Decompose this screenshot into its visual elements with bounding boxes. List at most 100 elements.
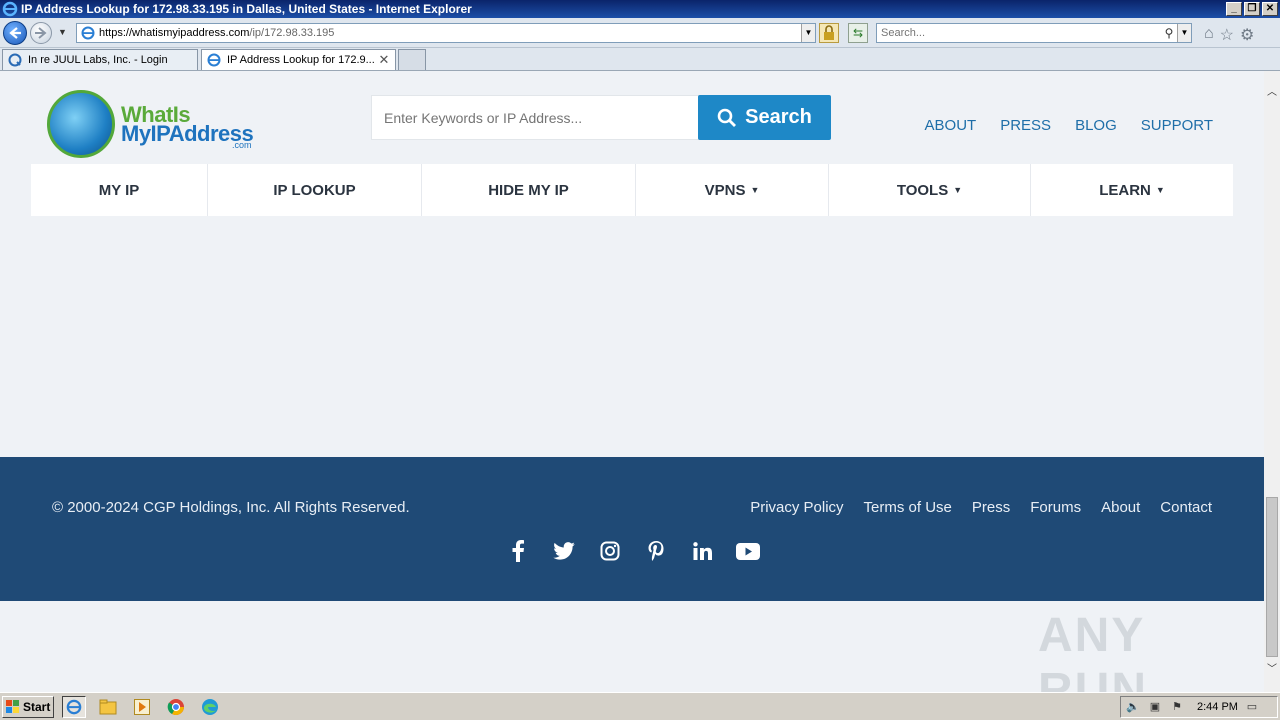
pinterest-icon[interactable]	[644, 539, 668, 563]
globe-logo-icon	[47, 90, 115, 158]
tab-label: In re JUUL Labs, Inc. - Login	[28, 54, 168, 66]
nav-label: IP LOOKUP	[273, 181, 356, 199]
window-title: IP Address Lookup for 172.98.33.195 in D…	[21, 2, 472, 16]
footer-press-link[interactable]: Press	[972, 499, 1010, 516]
ie-page-icon	[81, 26, 95, 40]
minimize-button[interactable]: _	[1226, 2, 1242, 16]
nav-label: LEARN	[1099, 181, 1151, 199]
tab-juul-login[interactable]: In re JUUL Labs, Inc. - Login	[2, 49, 198, 70]
facebook-icon[interactable]	[506, 539, 530, 563]
back-button[interactable]	[3, 21, 27, 45]
tab-bar: In re JUUL Labs, Inc. - Login IP Address…	[0, 48, 1280, 71]
nav-vpns[interactable]: VPNS ▼	[636, 164, 829, 216]
tab-favicon-icon	[8, 53, 22, 67]
press-link[interactable]: PRESS	[1000, 117, 1051, 134]
ie-icon	[2, 1, 18, 17]
copyright-text: © 2000-2024 CGP Holdings, Inc. All Right…	[52, 499, 410, 516]
window-titlebar: IP Address Lookup for 172.98.33.195 in D…	[0, 0, 1280, 18]
instagram-icon[interactable]	[598, 539, 622, 563]
settings-gear-icon[interactable]: ⚙	[1240, 25, 1254, 45]
nav-ip-lookup[interactable]: IP LOOKUP	[208, 164, 422, 216]
site-search-input[interactable]	[371, 95, 699, 140]
tab-label: IP Address Lookup for 172.9...	[227, 54, 375, 66]
new-tab-button[interactable]	[398, 49, 426, 70]
magnifier-icon	[717, 108, 737, 127]
page-viewport: WhatIs MyIPAddress .com Search ABOUT PRE…	[0, 71, 1264, 692]
search-button-label: Search	[745, 106, 812, 128]
footer-contact-link[interactable]: Contact	[1160, 499, 1212, 516]
system-tray: 🔈 ▣ ⚑ 2:44 PM ▭	[1120, 696, 1278, 718]
taskbar-edge-icon[interactable]	[198, 696, 222, 718]
security-lock-icon[interactable]	[819, 23, 839, 43]
linkedin-icon[interactable]	[690, 539, 714, 563]
tab-close-icon[interactable]: ✕	[377, 52, 391, 68]
nav-label: MY IP	[98, 181, 140, 199]
nav-tools[interactable]: TOOLS ▼	[829, 164, 1031, 216]
url-text[interactable]: https://whatismyipaddress.com/ip/172.98.…	[99, 27, 801, 39]
site-search-button[interactable]: Search	[698, 95, 831, 140]
address-bar[interactable]: https://whatismyipaddress.com/ip/172.98.…	[76, 23, 816, 43]
network-icon[interactable]: ▣	[1147, 699, 1163, 715]
nav-learn[interactable]: LEARN ▼	[1031, 164, 1233, 216]
scroll-down-icon[interactable]: ﹀	[1264, 662, 1280, 678]
start-button[interactable]: Start	[2, 696, 54, 718]
refresh-button[interactable]: ⇆	[848, 23, 868, 43]
top-links: ABOUT PRESS BLOG SUPPORT	[925, 117, 1213, 134]
twitter-icon[interactable]	[552, 539, 576, 563]
tab-ip-lookup[interactable]: IP Address Lookup for 172.9... ✕	[201, 49, 396, 70]
main-nav: MY IP IP LOOKUP HIDE MY IP VPNS ▼ TOOLS ▼ …	[31, 164, 1233, 216]
history-dropdown-icon[interactable]: ▼	[58, 27, 67, 37]
tab-ie-icon	[207, 53, 221, 67]
caret-down-icon: ▼	[750, 185, 760, 195]
restore-button[interactable]: ❐	[1244, 2, 1260, 16]
taskbar: Start 🔈 ▣ ⚑ 2:44 PM ▭	[0, 692, 1280, 720]
support-link[interactable]: SUPPORT	[1141, 117, 1213, 134]
nav-my-ip[interactable]: MY IP	[31, 164, 208, 216]
clock[interactable]: 2:44 PM	[1197, 701, 1238, 713]
taskbar-ie-icon[interactable]	[62, 696, 86, 718]
footer-privacy-link[interactable]: Privacy Policy	[750, 499, 843, 516]
browser-toolbar: ▼ https://whatismyipaddress.com/ip/172.9…	[0, 18, 1280, 48]
close-window-button[interactable]: ✕	[1262, 2, 1278, 16]
url-host: https://whatismyipaddress.com	[99, 27, 250, 39]
vertical-scrollbar[interactable]: ︿ ﹀	[1264, 71, 1280, 692]
site-header: WhatIs MyIPAddress .com Search ABOUT PRE…	[31, 71, 1233, 164]
action-center-flag-icon[interactable]: ⚑	[1169, 699, 1185, 715]
blog-link[interactable]: BLOG	[1075, 117, 1117, 134]
nav-label: VPNS	[704, 181, 746, 199]
footer-forums-link[interactable]: Forums	[1030, 499, 1081, 516]
about-link[interactable]: ABOUT	[925, 117, 977, 134]
scroll-thumb[interactable]	[1266, 497, 1278, 657]
address-dropdown-icon[interactable]: ▼	[801, 24, 815, 42]
nav-label: TOOLS	[896, 181, 949, 199]
social-links	[506, 539, 760, 563]
scroll-up-icon[interactable]: ︿	[1264, 85, 1280, 101]
site-logo[interactable]: WhatIs MyIPAddress .com	[47, 88, 267, 160]
taskbar-media-player-icon[interactable]	[130, 696, 154, 718]
browser-search-input[interactable]	[877, 27, 1161, 39]
footer-about-link[interactable]: About	[1101, 499, 1140, 516]
favorites-star-icon[interactable]: ☆	[1220, 25, 1234, 45]
footer-terms-link[interactable]: Terms of Use	[864, 499, 952, 516]
caret-down-icon: ▼	[953, 185, 963, 195]
taskbar-explorer-icon[interactable]	[96, 696, 120, 718]
lock-icon	[824, 25, 834, 40]
show-desktop-icon[interactable]: ▭	[1244, 699, 1260, 715]
home-icon[interactable]: ⌂	[1204, 25, 1214, 45]
forward-arrow-icon	[35, 27, 47, 39]
start-label: Start	[23, 700, 51, 714]
windows-flag-icon	[6, 700, 19, 713]
search-icon[interactable]: ⚲	[1161, 26, 1177, 40]
nav-label: HIDE MY IP	[488, 181, 569, 199]
logo-text-com: .com	[232, 140, 252, 150]
nav-hide-my-ip[interactable]: HIDE MY IP	[422, 164, 636, 216]
url-path: /ip/172.98.33.195	[249, 27, 335, 39]
taskbar-chrome-icon[interactable]	[164, 696, 188, 718]
forward-button[interactable]	[30, 22, 52, 44]
site-footer: © 2000-2024 CGP Holdings, Inc. All Right…	[0, 457, 1264, 601]
volume-icon[interactable]: 🔈	[1125, 699, 1141, 715]
browser-search-box[interactable]: ⚲ ▼	[876, 23, 1192, 43]
search-dropdown-icon[interactable]: ▼	[1177, 24, 1191, 42]
youtube-icon[interactable]	[736, 539, 760, 563]
back-arrow-icon	[9, 27, 21, 39]
